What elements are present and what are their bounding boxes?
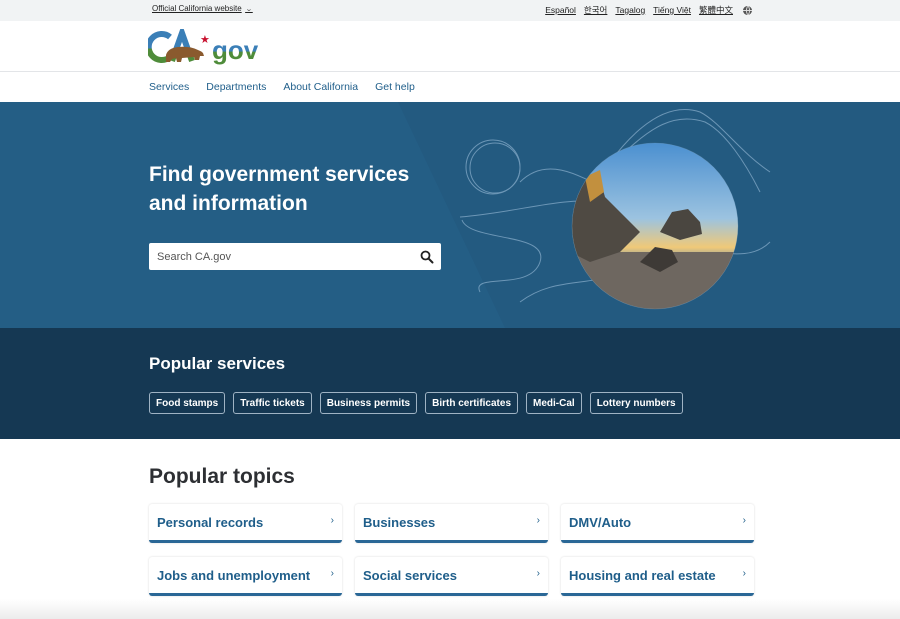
bottom-fade bbox=[0, 599, 900, 619]
official-website-label: Official California website bbox=[152, 4, 242, 13]
language-link-korean[interactable]: 한국어 bbox=[584, 4, 607, 16]
globe-icon[interactable] bbox=[743, 5, 752, 15]
chevron-right-icon: › bbox=[330, 514, 334, 526]
topic-card-label: Jobs and unemployment bbox=[157, 567, 311, 583]
language-link-vietnamese[interactable]: Tiếng Việt bbox=[653, 5, 691, 15]
topic-card-label: Businesses bbox=[363, 514, 436, 530]
ca-gov-logo[interactable]: ★ gov bbox=[148, 29, 266, 65]
chevron-right-icon: › bbox=[330, 567, 334, 579]
nav-item-about-california[interactable]: About California bbox=[283, 81, 358, 93]
search-input[interactable] bbox=[149, 243, 413, 270]
language-link-chinese[interactable]: 繁體中文 bbox=[699, 4, 733, 16]
logo-gov-text: gov bbox=[212, 35, 259, 65]
language-link-espanol[interactable]: Español bbox=[545, 5, 576, 15]
chevron-right-icon: › bbox=[536, 514, 540, 526]
chevron-right-icon: › bbox=[536, 567, 540, 579]
topic-card-social-services[interactable]: Social services › bbox=[355, 557, 548, 596]
chevron-right-icon: › bbox=[742, 514, 746, 526]
topic-card-label: Housing and real estate bbox=[569, 567, 716, 583]
hero-illustration bbox=[459, 108, 771, 310]
official-website-toggle[interactable]: Official California website ⌄ bbox=[152, 4, 252, 13]
star-icon: ★ bbox=[200, 33, 210, 46]
service-chip-food-stamps[interactable]: Food stamps bbox=[149, 392, 226, 414]
topic-card-dmv-auto[interactable]: DMV/Auto › bbox=[561, 504, 754, 543]
main-nav: Services Departments About California Ge… bbox=[0, 72, 900, 102]
chevron-down-icon: ⌄ bbox=[244, 5, 253, 13]
language-links: Español 한국어 Tagalog Tiếng Việt 繁體中文 bbox=[545, 4, 752, 16]
popular-services-title: Popular services bbox=[149, 354, 286, 373]
hero-banner: Find government services and information bbox=[0, 102, 900, 328]
service-chip-medi-cal[interactable]: Medi-Cal bbox=[526, 392, 582, 414]
popular-services-section: Popular services Food stamps Traffic tic… bbox=[0, 328, 900, 439]
topic-card-jobs-and-unemployment[interactable]: Jobs and unemployment › bbox=[149, 557, 342, 596]
popular-services-list: Food stamps Traffic tickets Business per… bbox=[149, 392, 683, 414]
search-button[interactable] bbox=[413, 243, 441, 270]
search-box bbox=[149, 243, 441, 270]
utility-bar: Official California website ⌄ Español 한국… bbox=[0, 0, 900, 21]
service-chip-birth-certificates[interactable]: Birth certificates bbox=[425, 392, 519, 414]
search-icon bbox=[420, 250, 434, 263]
popular-topics-grid: Personal records › Businesses › DMV/Auto… bbox=[149, 504, 754, 596]
hero-title: Find government services and information bbox=[149, 163, 410, 215]
topic-card-personal-records[interactable]: Personal records › bbox=[149, 504, 342, 543]
topic-card-businesses[interactable]: Businesses › bbox=[355, 504, 548, 543]
language-link-tagalog[interactable]: Tagalog bbox=[615, 5, 645, 15]
brand-header: ★ gov bbox=[0, 21, 900, 72]
service-chip-lottery-numbers[interactable]: Lottery numbers bbox=[589, 392, 683, 414]
nav-item-get-help[interactable]: Get help bbox=[375, 81, 415, 93]
nav-item-departments[interactable]: Departments bbox=[206, 81, 266, 93]
chevron-right-icon: › bbox=[742, 567, 746, 579]
topic-card-label: Personal records bbox=[157, 514, 264, 530]
service-chip-business-permits[interactable]: Business permits bbox=[319, 392, 418, 414]
topic-card-label: DMV/Auto bbox=[569, 514, 632, 530]
service-chip-traffic-tickets[interactable]: Traffic tickets bbox=[233, 392, 312, 414]
popular-topics-title: Popular topics bbox=[149, 465, 295, 488]
beach-photo bbox=[572, 143, 738, 309]
topic-card-label: Social services bbox=[363, 567, 457, 583]
popular-topics-section: Popular topics Personal records › Busine… bbox=[0, 439, 900, 619]
topic-card-housing-and-real-estate[interactable]: Housing and real estate › bbox=[561, 557, 754, 596]
nav-item-services[interactable]: Services bbox=[149, 81, 189, 93]
